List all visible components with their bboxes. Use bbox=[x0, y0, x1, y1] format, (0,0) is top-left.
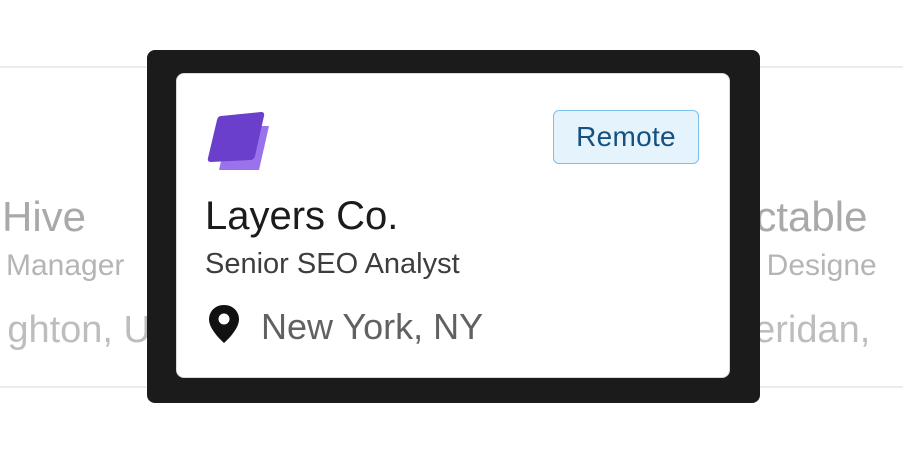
company-name: Layers Co. bbox=[205, 194, 399, 238]
company-name: Hive bbox=[2, 193, 87, 240]
layers-logo-icon bbox=[207, 110, 271, 174]
job-location: New York, NY bbox=[207, 304, 483, 349]
location-text: New York, NY bbox=[261, 305, 484, 347]
job-location: ghton, U bbox=[7, 309, 151, 351]
job-card[interactable]: Remote Layers Co. Senior SEO Analyst New… bbox=[176, 73, 730, 378]
map-pin-icon bbox=[207, 304, 241, 349]
remote-badge: Remote bbox=[553, 110, 699, 164]
job-role: Manager bbox=[6, 249, 125, 282]
job-role: Senior SEO Analyst bbox=[205, 248, 460, 280]
